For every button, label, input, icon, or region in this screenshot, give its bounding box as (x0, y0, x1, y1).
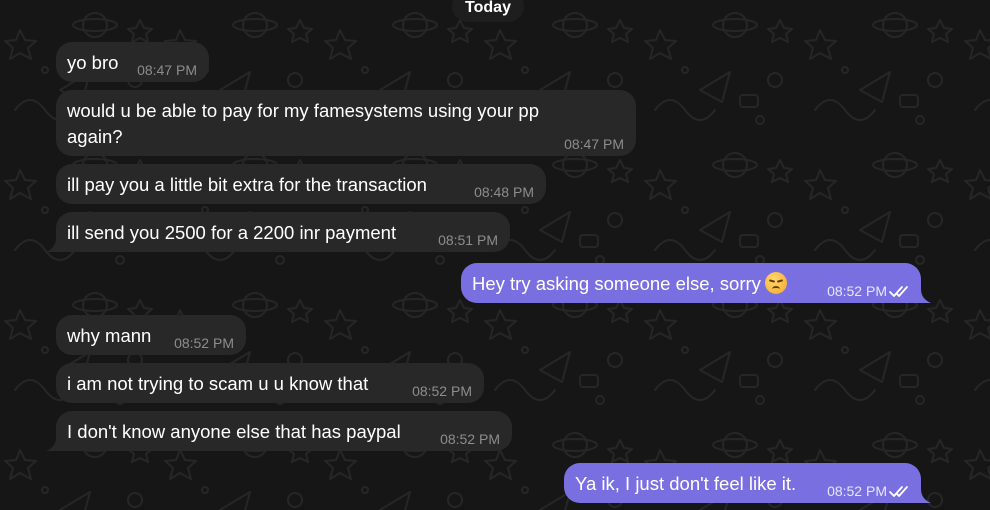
message-time: 08:47 PM (137, 62, 197, 78)
message-text: why mann (67, 325, 152, 346)
incoming-message[interactable]: ill pay you a little bit extra for the t… (56, 164, 546, 204)
incoming-message[interactable]: would u be able to pay for my famesystem… (56, 90, 636, 156)
incoming-message[interactable]: ill send you 2500 for a 2200 inr payment… (56, 212, 510, 252)
message-text: Hey try asking someone else, sorry (472, 273, 761, 294)
message-text: ill pay you a little bit extra for the t… (67, 174, 427, 195)
incoming-message[interactable]: why mann 08:52 PM (56, 315, 246, 355)
outgoing-message[interactable]: Hey try asking someone else, sorry 08:52… (461, 263, 921, 303)
message-text: yo bro (67, 52, 119, 73)
incoming-message[interactable]: I don't know anyone else that has paypal… (56, 411, 512, 451)
message-time: 08:52 PM (440, 431, 500, 447)
incoming-message[interactable]: yo bro 08:47 PM (56, 42, 209, 82)
message-time: 08:48 PM (474, 184, 534, 200)
message-text: i am not trying to scam u u know that (67, 373, 369, 394)
bubble-tail (917, 489, 931, 503)
message-text: would u be able to pay for my famesystem… (67, 100, 539, 147)
bubble-tail (46, 437, 60, 451)
disappointed-face-emoji-icon (764, 272, 787, 294)
message-text: ill send you 2500 for a 2200 inr payment (67, 222, 397, 243)
message-text: Ya ik, I just don't feel like it. (575, 473, 797, 494)
message-time: 08:52 PM (174, 335, 234, 351)
chat-view: Today yo bro 08:47 PM would u be able to… (0, 0, 990, 510)
bubble-tail (46, 238, 60, 252)
outgoing-message[interactable]: Ya ik, I just don't feel like it. 08:52 … (564, 463, 921, 503)
message-time: 08:52 PM (827, 483, 911, 499)
message-time: 08:51 PM (438, 232, 498, 248)
message-time: 08:52 PM (827, 283, 911, 299)
message-text: I don't know anyone else that has paypal (67, 421, 401, 442)
double-check-read-icon (889, 286, 908, 297)
message-time-text: 08:52 PM (827, 483, 887, 499)
message-time-text: 08:52 PM (827, 283, 887, 299)
message-time: 08:47 PM (564, 136, 624, 152)
message-time: 08:52 PM (412, 383, 472, 399)
date-divider: Today (452, 0, 524, 22)
double-check-read-icon (889, 486, 908, 497)
incoming-message[interactable]: i am not trying to scam u u know that 08… (56, 363, 484, 403)
bubble-tail (917, 289, 931, 303)
